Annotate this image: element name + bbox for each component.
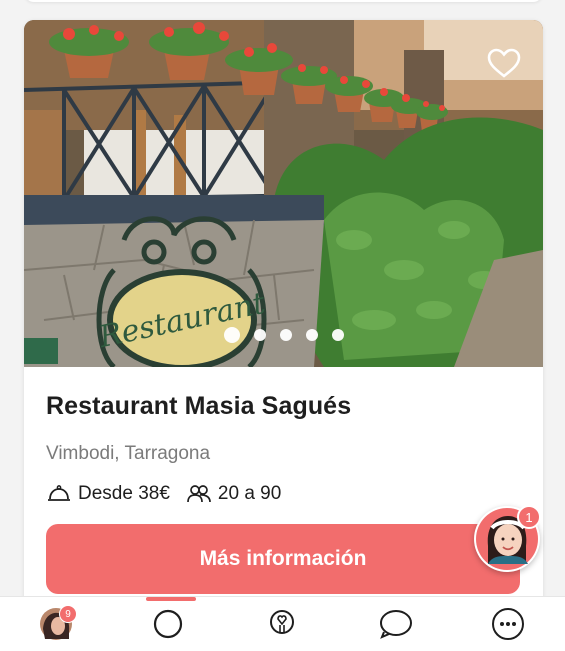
search-circle-icon — [153, 609, 183, 639]
more-info-button[interactable]: Más información — [46, 524, 520, 594]
tab-search[interactable] — [146, 607, 190, 641]
venue-title[interactable]: Restaurant Masia Sagués — [46, 392, 351, 421]
tab-chat[interactable] — [374, 607, 418, 641]
lightbulb-icon — [270, 610, 294, 634]
venue-card[interactable]: Restaurant Restaurant Masia Sagués Vimbo… — [24, 20, 543, 610]
carousel-dot[interactable] — [331, 329, 344, 341]
carousel-dots — [24, 327, 543, 343]
carousel-dot[interactable] — [223, 327, 240, 343]
guests-text: 20 a 90 — [217, 483, 282, 504]
tab-more[interactable] — [486, 607, 530, 641]
bottom-nav: 9 — [0, 596, 565, 651]
venue-meta: Desde 38€ 20 a 90 — [46, 483, 281, 505]
chat-bubble-icon — [380, 610, 412, 639]
food-cloche-icon — [46, 483, 72, 505]
carousel-dot[interactable] — [253, 329, 266, 341]
venue-photo[interactable]: Restaurant — [24, 20, 543, 367]
venue-location: Vimbodi, Tarragona — [46, 443, 211, 464]
guests-icon — [186, 483, 212, 505]
carousel-dot[interactable] — [279, 329, 292, 341]
carousel-dot[interactable] — [305, 329, 318, 341]
price-text: Desde 38€ — [78, 483, 170, 504]
heart-outline-icon — [487, 48, 521, 78]
favorite-button[interactable] — [485, 44, 523, 82]
tab-ideas[interactable] — [260, 607, 304, 641]
assistant-badge: 1 — [517, 505, 541, 529]
profile-badge: 9 — [59, 605, 77, 623]
active-tab-indicator — [146, 597, 196, 601]
previous-card-edge — [24, 0, 543, 2]
more-dots-icon — [492, 608, 524, 640]
